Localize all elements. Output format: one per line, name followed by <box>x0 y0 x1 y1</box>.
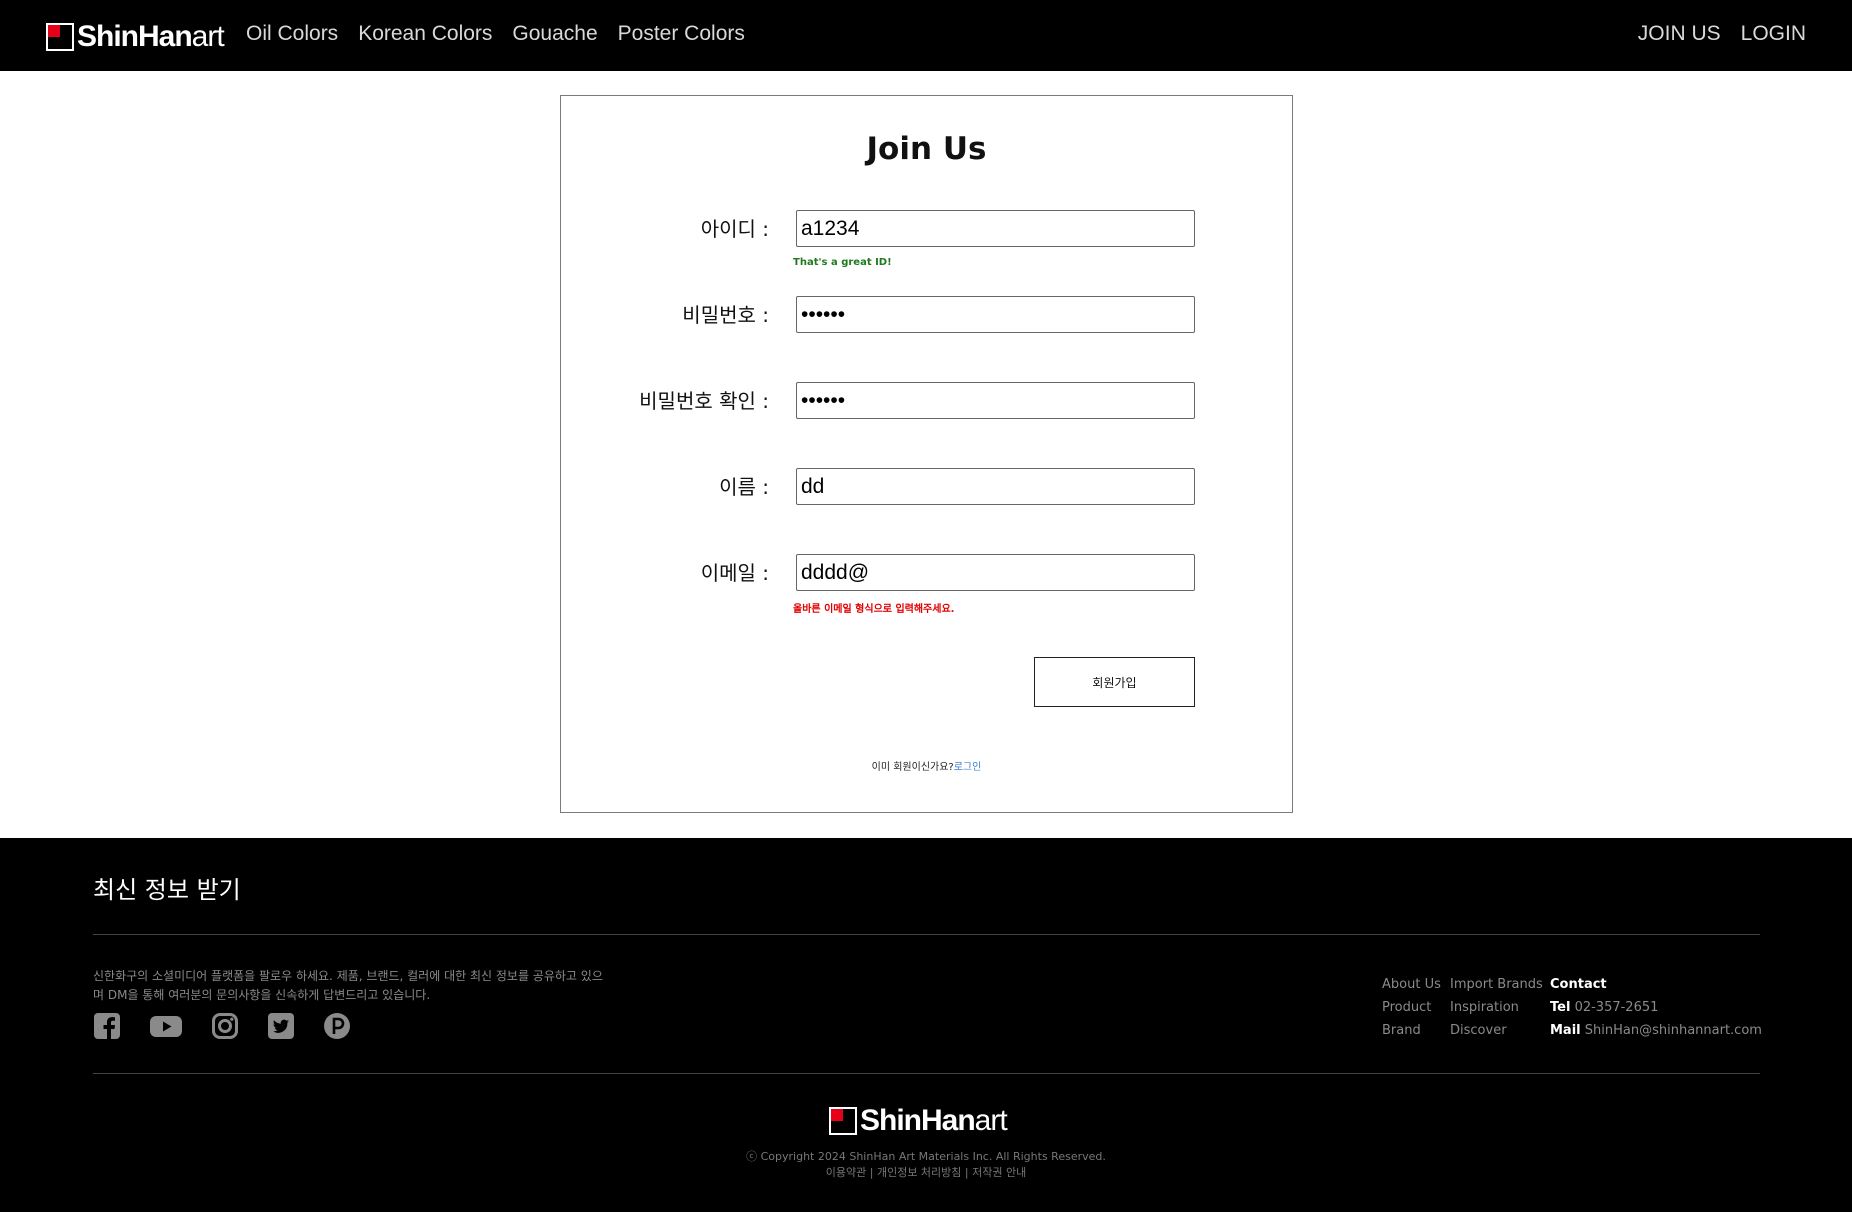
password-confirm-label: 비밀번호 확인 : <box>639 389 769 413</box>
auth-nav: JOIN US LOGIN <box>1638 22 1806 46</box>
social-links <box>93 1012 351 1040</box>
footer-link-inspiration[interactable]: Inspiration <box>1450 996 1543 1019</box>
footer-link-discover[interactable]: Discover <box>1450 1019 1543 1042</box>
form-title: Join Us <box>866 131 987 167</box>
email-label: 이메일 : <box>700 561 769 585</box>
footer-contact: Contact Tel 02-357-2651 Mail ShinHan@shi… <box>1550 973 1762 1042</box>
already-member-label: 이미 회원이신가요? <box>871 762 954 773</box>
footer-description: 신한화구의 소셜미디어 플랫폼을 팔로우 하세요. 제품, 브랜드, 컬러에 대… <box>93 969 603 1002</box>
id-valid-message: That's a great ID! <box>793 257 892 268</box>
footer-divider-bottom <box>93 1073 1760 1074</box>
footer-divider-top <box>93 934 1760 935</box>
legal-links[interactable]: 이용약관 | 개인정보 처리방침 | 저작권 안내 <box>0 1165 1852 1181</box>
footer: 최신 정보 받기 신한화구의 소셜미디어 플랫폼을 팔로우 하세요. 제품, 브… <box>0 838 1852 1212</box>
tel-label: Tel <box>1550 1000 1571 1015</box>
copyright-block: ⓒ Copyright 2024 ShinHan Art Materials I… <box>0 1149 1852 1181</box>
mail-value[interactable]: ShinHan@shinhannart.com <box>1585 1023 1762 1038</box>
nav-korean-colors[interactable]: Korean Colors <box>358 22 492 46</box>
footer-links-col1: About Us Product Brand <box>1382 973 1441 1042</box>
footer-logo: ShinHanart <box>829 1104 1008 1138</box>
logo-mark-icon <box>829 1107 857 1135</box>
login-link[interactable]: LOGIN <box>1741 22 1806 46</box>
mail-label: Mail <box>1550 1023 1581 1038</box>
youtube-icon[interactable] <box>149 1012 183 1040</box>
signup-button[interactable]: 회원가입 <box>1034 657 1195 707</box>
nav-oil-colors[interactable]: Oil Colors <box>246 22 338 46</box>
nav-gouache[interactable]: Gouache <box>512 22 597 46</box>
id-input[interactable] <box>796 210 1195 247</box>
nav-poster-colors[interactable]: Poster Colors <box>618 22 745 46</box>
email-error-message: 올바른 이메일 형식으로 입력해주세요. <box>793 604 955 615</box>
name-input[interactable] <box>796 468 1195 505</box>
instagram-icon[interactable] <box>211 1012 239 1040</box>
name-label: 이름 : <box>719 475 769 499</box>
logo-mark-icon <box>46 23 74 51</box>
twitter-icon[interactable] <box>267 1012 295 1040</box>
footer-link-about-us[interactable]: About Us <box>1382 973 1441 996</box>
logo-text: ShinHanart <box>77 20 225 53</box>
footer-title: 최신 정보 받기 <box>93 876 241 904</box>
brand-logo[interactable]: ShinHanart <box>46 20 225 54</box>
password-label: 비밀번호 : <box>682 303 769 327</box>
footer-links-col2: Import Brands Inspiration Discover <box>1450 973 1543 1042</box>
pinterest-icon[interactable] <box>323 1012 351 1040</box>
facebook-icon[interactable] <box>93 1012 121 1040</box>
footer-link-import-brands[interactable]: Import Brands <box>1450 973 1543 996</box>
footer-link-product[interactable]: Product <box>1382 996 1441 1019</box>
password-confirm-input[interactable] <box>796 382 1195 419</box>
top-navbar: ShinHanart Oil Colors Korean Colors Goua… <box>0 0 1852 71</box>
password-input[interactable] <box>796 296 1195 333</box>
already-member-text: 이미 회원이신가요?로그인 <box>561 758 1292 773</box>
main-nav: Oil Colors Korean Colors Gouache Poster … <box>246 22 745 46</box>
tel-value: 02-357-2651 <box>1574 1000 1659 1015</box>
logo-text: ShinHanart <box>860 1104 1008 1137</box>
footer-link-brand[interactable]: Brand <box>1382 1019 1441 1042</box>
join-us-link[interactable]: JOIN US <box>1638 22 1721 46</box>
join-form-card: Join Us 아이디 : That's a great ID! 비밀번호 : … <box>560 95 1293 813</box>
id-label: 아이디 : <box>700 217 769 241</box>
email-input[interactable] <box>796 554 1195 591</box>
copyright-text: ⓒ Copyright 2024 ShinHan Art Materials I… <box>746 1150 1106 1163</box>
login-text-link[interactable]: 로그인 <box>954 762 982 773</box>
contact-heading: Contact <box>1550 977 1607 992</box>
